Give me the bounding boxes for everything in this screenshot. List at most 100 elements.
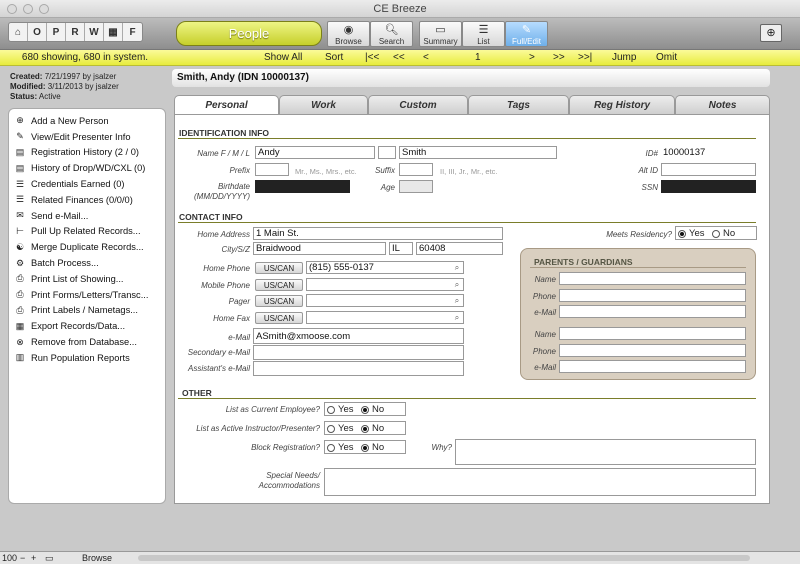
- guardian1-phone-field[interactable]: [559, 289, 746, 302]
- magnifier-icon[interactable]: ⌕: [451, 262, 463, 273]
- zoom-window-button[interactable]: [39, 4, 49, 14]
- block-no-radio[interactable]: No: [361, 442, 384, 453]
- home-phone-country-button[interactable]: US/CAN: [255, 262, 303, 274]
- employee-yes-radio[interactable]: Yes: [327, 404, 354, 415]
- first-record-button[interactable]: |<<: [365, 50, 379, 66]
- sidebar-item-print-forms[interactable]: ⎙ Print Forms/Letters/Transc...: [13, 287, 161, 303]
- browse-button[interactable]: ◉ Browse: [327, 21, 370, 47]
- yes-label: Yes: [338, 404, 354, 415]
- mobile-phone-field[interactable]: [306, 278, 464, 291]
- omit-button[interactable]: Omit: [656, 50, 677, 66]
- sort-button[interactable]: Sort: [325, 50, 343, 66]
- zip-field[interactable]: 60408: [416, 242, 503, 255]
- minimize-window-button[interactable]: [23, 4, 33, 14]
- assistant-email-field[interactable]: [253, 361, 464, 376]
- sidebar-item-registration-history[interactable]: ▤ Registration History (2 / 0): [13, 145, 161, 161]
- alt-id-field[interactable]: [661, 163, 756, 176]
- close-window-button[interactable]: [7, 4, 17, 14]
- guardian1-name-field[interactable]: [559, 272, 746, 285]
- home-fax-field[interactable]: [306, 311, 464, 324]
- suffix-field[interactable]: [399, 163, 433, 176]
- guardian2-phone-field[interactable]: [559, 344, 746, 357]
- first-name-field[interactable]: Andy: [255, 146, 375, 159]
- instructor-no-radio[interactable]: No: [361, 423, 384, 434]
- tab-personal[interactable]: Personal: [174, 95, 279, 115]
- next-record-button[interactable]: >: [529, 50, 535, 66]
- state-field[interactable]: IL: [389, 242, 413, 255]
- home-phone-field[interactable]: (815) 555-0137: [306, 261, 464, 274]
- tab-reg-history[interactable]: Reg History: [569, 95, 675, 114]
- guardian2-name-field[interactable]: [559, 327, 746, 340]
- jump-button[interactable]: Jump: [612, 50, 636, 66]
- birthdate-field[interactable]: [255, 180, 350, 193]
- guardian1-email-field[interactable]: [559, 305, 746, 318]
- show-all-button[interactable]: Show All: [264, 50, 302, 66]
- ssn-field[interactable]: [661, 180, 756, 193]
- nav-r-button[interactable]: R: [66, 23, 85, 41]
- magnifier-icon[interactable]: ⌕: [451, 279, 463, 290]
- home-address-field[interactable]: 1 Main St.: [253, 227, 503, 240]
- prefix-field[interactable]: [255, 163, 289, 176]
- mobile-phone-country-button[interactable]: US/CAN: [255, 279, 303, 291]
- sidebar-item-credentials[interactable]: ☰ Credentials Earned (0): [13, 176, 161, 192]
- zoom-in-icon[interactable]: +: [31, 552, 36, 564]
- sidebar-item-add-person[interactable]: ⊕ Add a New Person: [13, 113, 161, 129]
- sidebar-item-presenter-info[interactable]: ✎ View/Edit Presenter Info: [13, 129, 161, 145]
- residency-yes-radio[interactable]: Yes: [678, 228, 705, 239]
- why-field[interactable]: [455, 439, 756, 465]
- vertical-scrollbar[interactable]: [780, 66, 788, 506]
- sidebar-item-print-labels[interactable]: ⎙ Print Labels / Nametags...: [13, 303, 161, 319]
- previous-record-button[interactable]: <: [423, 50, 429, 66]
- last-name-field[interactable]: Smith: [399, 146, 557, 159]
- home-icon[interactable]: ⌂: [9, 23, 28, 41]
- jump-back-button[interactable]: <<: [393, 50, 405, 66]
- city-field[interactable]: Braidwood: [253, 242, 386, 255]
- summary-button[interactable]: ▭ Summary: [419, 21, 462, 47]
- instructor-yes-radio[interactable]: Yes: [327, 423, 354, 434]
- status-toolbar-toggle-icon[interactable]: ▭: [45, 552, 54, 564]
- employee-no-radio[interactable]: No: [361, 404, 384, 415]
- sidebar-item-drop-history[interactable]: ▤ History of Drop/WD/CXL (0): [13, 160, 161, 176]
- sidebar-item-finances[interactable]: ☰ Related Finances (0/0/0): [13, 192, 161, 208]
- tab-work[interactable]: Work: [279, 95, 368, 114]
- pager-country-button[interactable]: US/CAN: [255, 295, 303, 307]
- magnifier-icon[interactable]: ⌕: [451, 312, 463, 323]
- guardian2-email-field[interactable]: [559, 360, 746, 373]
- full-edit-button[interactable]: ✎ Full/Edit: [505, 21, 548, 47]
- sidebar-item-related-records[interactable]: ⊢ Pull Up Related Records...: [13, 224, 161, 240]
- sidebar-item-print-list[interactable]: ⎙ Print List of Showing...: [13, 271, 161, 287]
- sidebar-item-send-email[interactable]: ✉ Send e-Mail...: [13, 208, 161, 224]
- list-button[interactable]: ☰ List: [462, 21, 505, 47]
- nav-p-button[interactable]: P: [47, 23, 66, 41]
- horizontal-scrollbar[interactable]: [138, 555, 750, 561]
- search-button[interactable]: 🔍︎ Search: [370, 21, 413, 47]
- zoom-level[interactable]: 100: [2, 552, 17, 564]
- sidebar-item-export[interactable]: ▦ Export Records/Data...: [13, 318, 161, 334]
- nav-f-button[interactable]: F: [123, 23, 142, 41]
- home-fax-country-button[interactable]: US/CAN: [255, 312, 303, 324]
- sidebar-item-population-reports[interactable]: ▥ Run Population Reports: [13, 350, 161, 366]
- block-yes-radio[interactable]: Yes: [327, 442, 354, 453]
- nav-o-button[interactable]: O: [28, 23, 47, 41]
- record-number[interactable]: 1: [475, 50, 481, 66]
- new-window-icon[interactable]: ⊕: [760, 24, 782, 42]
- tab-tags[interactable]: Tags: [468, 95, 569, 114]
- special-needs-field[interactable]: [324, 468, 756, 496]
- sidebar-item-batch[interactable]: ⚙ Batch Process...: [13, 255, 161, 271]
- tab-notes[interactable]: Notes: [675, 95, 770, 114]
- people-module-tab[interactable]: People: [176, 21, 322, 46]
- email-field[interactable]: ASmith@xmoose.com: [253, 328, 464, 344]
- middle-initial-field[interactable]: [378, 146, 396, 159]
- sidebar-item-merge[interactable]: ☯ Merge Duplicate Records...: [13, 239, 161, 255]
- pager-field[interactable]: [306, 294, 464, 307]
- sidebar-item-remove[interactable]: ⊗ Remove from Database...: [13, 334, 161, 350]
- last-record-button[interactable]: >>|: [578, 50, 592, 66]
- tab-custom[interactable]: Custom: [368, 95, 468, 114]
- nav-w-button[interactable]: W: [85, 23, 104, 41]
- residency-no-radio[interactable]: No: [712, 228, 735, 239]
- magnifier-icon[interactable]: ⌕: [451, 295, 463, 306]
- secondary-email-field[interactable]: [253, 345, 464, 360]
- jump-forward-button[interactable]: >>: [553, 50, 565, 66]
- zoom-out-icon[interactable]: −: [20, 552, 25, 564]
- calculator-icon[interactable]: ▦: [104, 23, 123, 41]
